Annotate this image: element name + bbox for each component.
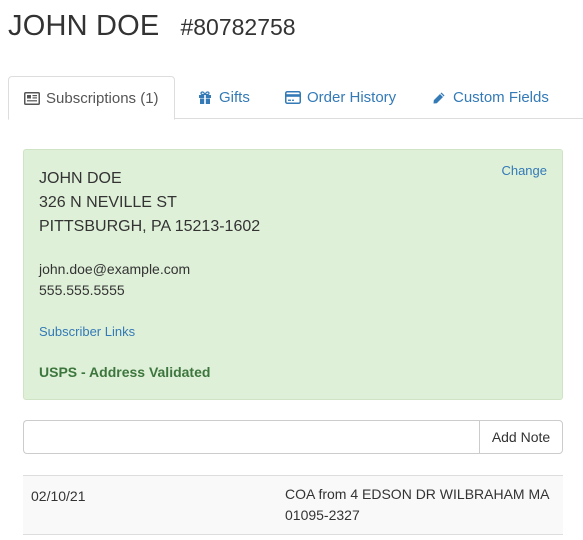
change-address-link[interactable]: Change: [501, 163, 547, 178]
address-line-city-state-zip: PITTSBURGH, PA 15213-1602: [39, 218, 261, 235]
tab-gifts-label: Gifts: [219, 89, 250, 106]
address-line-name: JOHN DOE: [39, 170, 122, 187]
tab-subscriptions-label: Subscriptions (1): [46, 89, 159, 107]
table-row: 02/10/21 COA from 4 EDSON DR WILBRAHAM M…: [23, 475, 563, 535]
note-text: COA from 4 EDSON DR WILBRAHAM MA 01095-2…: [285, 486, 549, 523]
email-text: john.doe@example.com: [39, 261, 191, 277]
note-date: 02/10/21: [31, 488, 86, 504]
tab-custom-fields-label: Custom Fields: [453, 89, 549, 106]
tab-custom-fields[interactable]: Custom Fields: [431, 76, 549, 119]
add-note-group: Add Note: [23, 420, 563, 454]
subscriber-links-link[interactable]: Subscriber Links: [39, 324, 135, 339]
customer-name: JOHN DOE: [8, 10, 160, 42]
tab-gifts[interactable]: Gifts: [197, 76, 250, 119]
gift-icon: [197, 90, 213, 105]
phone-text: 555.555.5555: [39, 282, 125, 298]
tab-bar: Subscriptions (1) Gifts Order History Cu…: [8, 76, 583, 120]
add-note-button[interactable]: Add Note: [479, 420, 563, 454]
address-validation-status: USPS - Address Validated: [39, 364, 211, 380]
address-line-street: 326 N NEVILLE ST: [39, 194, 177, 211]
pencil-icon: [431, 91, 447, 105]
newspaper-icon: [24, 91, 40, 105]
note-input[interactable]: [23, 420, 479, 454]
notes-table: 02/10/21 COA from 4 EDSON DR WILBRAHAM M…: [23, 475, 563, 535]
page-header: JOHN DOE #80782758: [8, 10, 296, 43]
subscriber-address-card: Change JOHN DOE 326 N NEVILLE ST PITTSBU…: [23, 149, 563, 400]
credit-card-icon: [285, 91, 301, 105]
tab-order-history-label: Order History: [307, 89, 397, 106]
customer-id: #80782758: [180, 14, 296, 40]
tab-subscriptions[interactable]: Subscriptions (1): [8, 76, 175, 120]
tab-order-history[interactable]: Order History: [285, 76, 396, 119]
mailing-address: JOHN DOE 326 N NEVILLE ST PITTSBURGH, PA…: [39, 167, 260, 239]
contact-info: john.doe@example.com 555.555.5555: [39, 259, 190, 301]
